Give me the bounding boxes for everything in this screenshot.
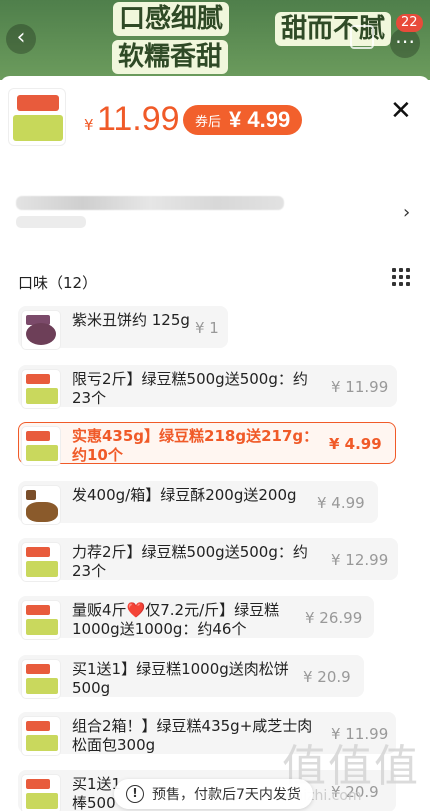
grid-view-icon[interactable] (392, 268, 410, 286)
option-thumbnail (21, 600, 61, 640)
thumbnail-product (26, 793, 58, 809)
option-thumbnail (21, 774, 61, 811)
banner-text-3: 软糯香甜 (112, 40, 229, 74)
banner-text-1: 口感细腻 (113, 2, 230, 36)
option-price: ¥ 20.9 (303, 668, 351, 686)
thumbnail-product (26, 561, 58, 577)
thumbnail-product (26, 678, 58, 694)
blurred-address-2 (16, 216, 86, 228)
close-icon[interactable]: ✕ (390, 96, 412, 126)
flavor-option[interactable]: 实惠435g】绿豆糕218g送217g： 约10个 ¥ 4.99 (18, 422, 396, 466)
flavor-option[interactable]: 发400g/箱】绿豆酥200g送200g ¥ 4.99 (18, 481, 378, 525)
flavor-option[interactable]: 紫米丑饼约 125g ¥ 1 (18, 306, 228, 350)
flavor-option[interactable]: 量贩4斤❤️仅7.2元/斤】绿豆糕 1000g送1000g：约46个 ¥ 26.9… (18, 596, 374, 640)
option-name: 限亏2斤】绿豆糕500g送500g：约 23个 (72, 370, 308, 407)
thumbnail-label (26, 721, 50, 731)
option-thumbnail (21, 485, 61, 525)
thumbnail-label (26, 374, 50, 384)
thumbnail-label (26, 431, 50, 441)
presale-toast: ! 预售，付款后7天内发货 (114, 779, 313, 809)
flavor-option[interactable]: 限亏2斤】绿豆糕500g送500g：约 23个 ¥ 11.99 (18, 365, 397, 409)
ellipsis-icon: ⋯ (395, 29, 415, 53)
thumbnail-product (26, 323, 56, 345)
cart-count-badge: 22 (396, 14, 423, 32)
thumbnail-product (26, 502, 58, 522)
option-thumbnail (21, 426, 61, 466)
thumbnail-label (26, 779, 50, 789)
cake-image (13, 115, 63, 141)
chevron-left-icon: ‹ (16, 25, 26, 50)
toast-text: 预售，付款后7天内发货 (152, 787, 301, 803)
coupon-price: ¥ 4.99 (229, 107, 291, 132)
option-thumbnail (21, 369, 61, 409)
option-thumbnail (21, 659, 61, 699)
thumbnail-label (26, 547, 50, 557)
option-name: 实惠435g】绿豆糕218g送217g： 约10个 (72, 427, 319, 464)
product-price: 11.99 (97, 100, 180, 138)
option-price: ¥ 26.99 (305, 609, 363, 627)
coupon-price-pill: 券后 ¥ 4.99 (183, 105, 303, 135)
sku-sheet: ¥ 11.99 券后 ¥ 4.99 ✕ › 口味（12） 紫米丑饼约 125g ¥… (0, 76, 430, 811)
cart-icon[interactable] (350, 25, 374, 49)
option-name: 发400g/箱】绿豆酥200g送200g (72, 486, 297, 504)
thumbnail-product (26, 388, 58, 404)
info-icon: ! (126, 785, 144, 803)
option-price: ¥ 4.99 (329, 435, 382, 453)
flavor-section-title: 口味（12） (18, 274, 98, 292)
coupon-prefix: 券后 (195, 114, 222, 130)
option-price: ¥ 4.99 (317, 494, 365, 512)
option-name: 紫米丑饼约 125g (72, 311, 190, 329)
thumbnail-product (26, 735, 58, 751)
flavor-option[interactable]: 买1送1】绿豆糕1000g送肉松饼 500g ¥ 20.9 (18, 655, 364, 699)
option-name: 买1送1】绿豆糕1000g送肉松饼 500g (72, 660, 289, 697)
option-thumbnail (21, 542, 61, 582)
product-banner: 口感细腻 甜而不腻 软糯香甜 ‹ ⋯ 22 (0, 0, 430, 80)
package-label (17, 95, 59, 111)
blurred-address[interactable] (16, 196, 284, 210)
thumbnail-label (26, 490, 36, 500)
thumbnail-product (26, 445, 58, 461)
currency-symbol: ¥ (84, 116, 94, 134)
thumbnail-label (26, 605, 50, 615)
option-name: 力荐2斤】绿豆糕500g送500g：约 23个 (72, 543, 308, 580)
chevron-right-icon[interactable]: › (403, 202, 410, 223)
thumbnail-product (26, 619, 58, 635)
option-name: 量贩4斤❤️仅7.2元/斤】绿豆糕 1000g送1000g：约46个 (72, 601, 280, 638)
flavor-option[interactable]: 力荐2斤】绿豆糕500g送500g：约 23个 ¥ 12.99 (18, 538, 398, 582)
thumbnail-label (26, 664, 50, 674)
option-name: 组合2箱！】绿豆糕435g+咸芝士肉 松面包300g (72, 717, 313, 754)
option-price: ¥ 12.99 (331, 551, 389, 569)
more-button[interactable]: ⋯ (390, 28, 420, 58)
option-price: ¥ 1 (195, 319, 219, 337)
option-price: ¥ 11.99 (331, 378, 389, 396)
product-thumbnail[interactable] (8, 88, 66, 146)
option-thumbnail (21, 310, 61, 350)
sku-selector-screen: 口感细腻 甜而不腻 软糯香甜 ‹ ⋯ 22 ¥ 11.99 券后 ¥ 4.99 … (0, 0, 430, 811)
back-button[interactable]: ‹ (6, 24, 36, 54)
option-thumbnail (21, 716, 61, 756)
